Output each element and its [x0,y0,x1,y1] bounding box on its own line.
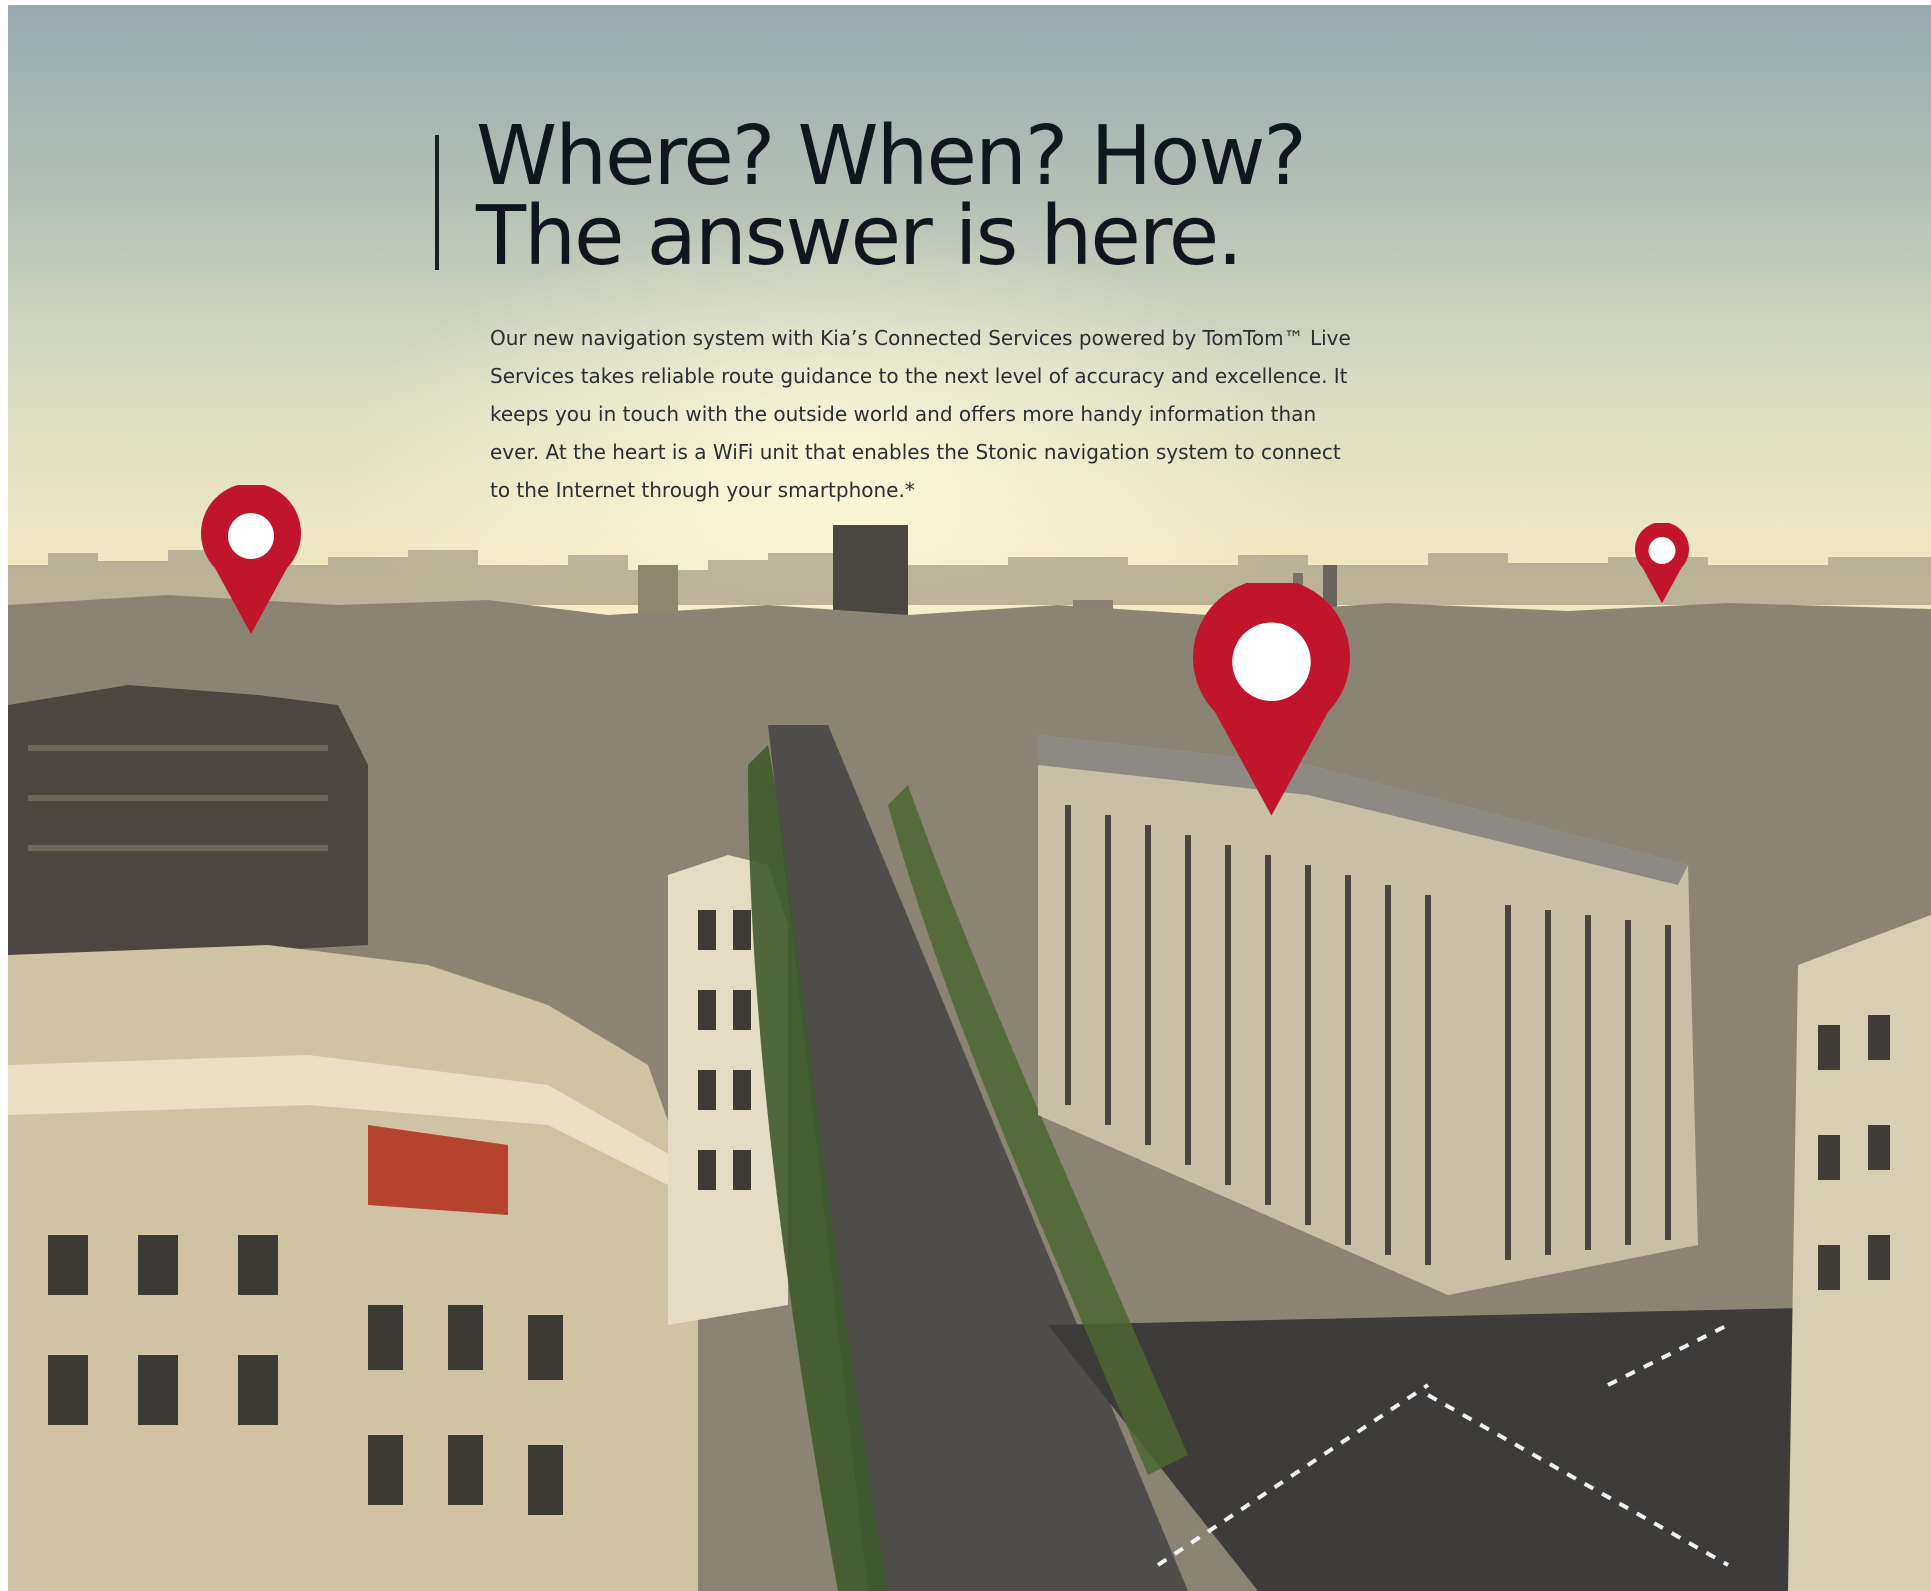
headline-line-2: The answer is here. [476,189,1243,284]
location-pin-icon [1635,523,1689,605]
headline-line-1: Where? When? How? [476,109,1307,204]
body-paragraph: Our new navigation system with Kia’s Con… [490,326,1351,502]
brochure-page: Where? When? How? The answer is here. Ou… [8,5,1931,1591]
location-pin-icon [1193,583,1350,819]
headline-accent-bar [435,135,439,270]
headline: Where? When? How? The answer is here. [476,109,1307,284]
location-pin-icon [201,485,301,637]
